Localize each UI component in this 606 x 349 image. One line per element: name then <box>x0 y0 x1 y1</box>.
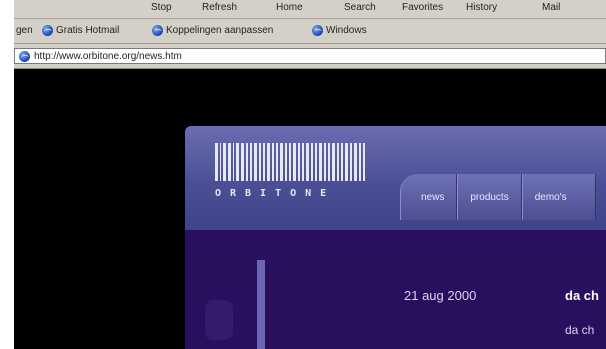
ie-page-icon <box>42 25 53 36</box>
toolbar-home[interactable]: Home <box>276 2 303 13</box>
decorative-glyph <box>205 300 233 340</box>
links-bar: gen Gratis Hotmail Koppelingen aanpassen… <box>14 19 606 44</box>
link-label: Gratis Hotmail <box>56 25 120 36</box>
address-text: http://www.orbitone.org/news.htm <box>34 50 182 62</box>
screen: Stop Refresh Home Search Favorites Histo… <box>14 0 606 349</box>
toolbar-history[interactable]: History <box>466 2 497 13</box>
news-snippet: da ch <box>565 323 595 337</box>
link-gratis-hotmail[interactable]: Gratis Hotmail <box>42 25 119 36</box>
links-bar-item-gen[interactable]: gen <box>16 25 33 36</box>
ie-page-icon <box>19 50 30 62</box>
site-logo-text[interactable]: ORBITONE <box>215 188 335 199</box>
ie-page-icon <box>312 25 323 36</box>
link-label: Koppelingen aanpassen <box>166 25 274 36</box>
toolbar-mail[interactable]: Mail <box>542 2 560 13</box>
ie-page-icon <box>152 25 163 36</box>
toolbar-refresh[interactable]: Refresh <box>202 2 237 13</box>
web-page: ORBITONE news products demo's 21 aug 200… <box>14 69 606 349</box>
site-nav-tabs: news products demo's <box>400 174 596 220</box>
address-bar: http://www.orbitone.org/news.htm <box>14 44 606 69</box>
barcode-logo-graphic <box>215 141 365 181</box>
toolbar-favorites[interactable]: Favorites <box>402 2 443 13</box>
tab-products[interactable]: products <box>457 174 522 220</box>
site-content: 21 aug 2000 da ch da ch <box>185 230 606 349</box>
link-label: gen <box>16 25 33 36</box>
link-windows[interactable]: Windows <box>312 25 367 36</box>
toolbar-search[interactable]: Search <box>344 2 376 13</box>
address-input[interactable]: http://www.orbitone.org/news.htm <box>14 48 606 64</box>
site-header: ORBITONE news products demo's <box>185 126 606 230</box>
vertical-stripe <box>257 260 265 349</box>
news-date: 21 aug 2000 <box>404 288 477 303</box>
tab-news[interactable]: news <box>400 174 458 220</box>
browser-toolbar: Stop Refresh Home Search Favorites Histo… <box>14 0 606 19</box>
link-label: Windows <box>326 25 367 36</box>
link-koppelingen-aanpassen[interactable]: Koppelingen aanpassen <box>152 25 273 36</box>
news-headline[interactable]: da ch <box>565 288 599 303</box>
toolbar-stop[interactable]: Stop <box>151 2 172 13</box>
toolbar-labels: Stop Refresh Home Search Favorites Histo… <box>14 2 606 16</box>
tab-demos[interactable]: demo's <box>521 174 596 220</box>
